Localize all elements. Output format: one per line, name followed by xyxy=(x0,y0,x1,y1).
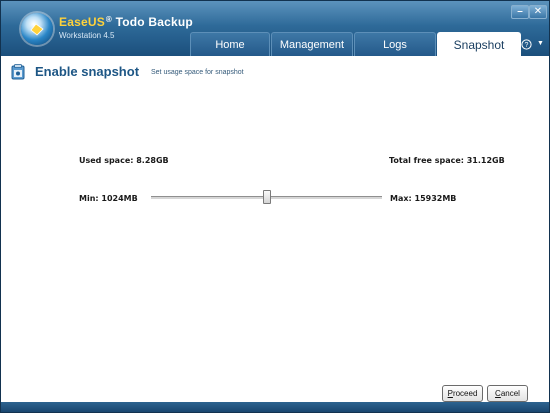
status-bar xyxy=(1,402,549,412)
snapshot-icon xyxy=(11,64,25,80)
total-free-space-label: Total free space: 31.12GB xyxy=(389,156,505,165)
title-bar: EaseUS® Todo Backup Workstation 4.5 – ✕ … xyxy=(1,1,549,56)
close-button[interactable]: ✕ xyxy=(529,5,547,19)
proceed-button[interactable]: Proceed xyxy=(442,385,483,402)
used-space-label: Used space: 8.28GB xyxy=(79,156,169,165)
minimize-button[interactable]: – xyxy=(511,5,529,19)
cancel-button[interactable]: Cancel xyxy=(487,385,528,402)
tab-logs[interactable]: Logs xyxy=(354,32,436,56)
snapshot-panel: Enable snapshot Set usage space for snap… xyxy=(1,56,549,402)
tab-bar: Home Management Logs Snapshot xyxy=(190,32,522,56)
tab-management[interactable]: Management xyxy=(271,32,353,56)
app-edition: Workstation 4.5 xyxy=(59,31,115,40)
tab-home[interactable]: Home xyxy=(190,32,270,56)
help-menu-caret-icon[interactable]: ▼ xyxy=(537,40,544,47)
help-glyph: ? xyxy=(525,42,529,49)
app-product-name: Todo Backup xyxy=(115,15,193,29)
max-size-label: Max: 15932MB xyxy=(390,194,457,203)
help-icon[interactable]: ? xyxy=(521,39,532,52)
tab-snapshot[interactable]: Snapshot xyxy=(437,32,521,56)
app-window: EaseUS® Todo Backup Workstation 4.5 – ✕ … xyxy=(0,0,550,413)
page-title: Enable snapshot xyxy=(35,64,140,79)
registered-mark: ® xyxy=(105,15,113,24)
app-brand: EaseUS xyxy=(59,15,105,29)
cancel-label: Cancel xyxy=(495,389,520,398)
easeus-logo-icon xyxy=(21,13,53,45)
snapshot-size-slider-thumb[interactable] xyxy=(262,190,271,204)
min-size-label: Min: 1024MB xyxy=(79,194,138,203)
page-subtitle: Set usage space for snapshot xyxy=(151,69,244,76)
proceed-label: Proceed xyxy=(447,389,478,398)
app-title: EaseUS® Todo Backup xyxy=(59,15,193,29)
